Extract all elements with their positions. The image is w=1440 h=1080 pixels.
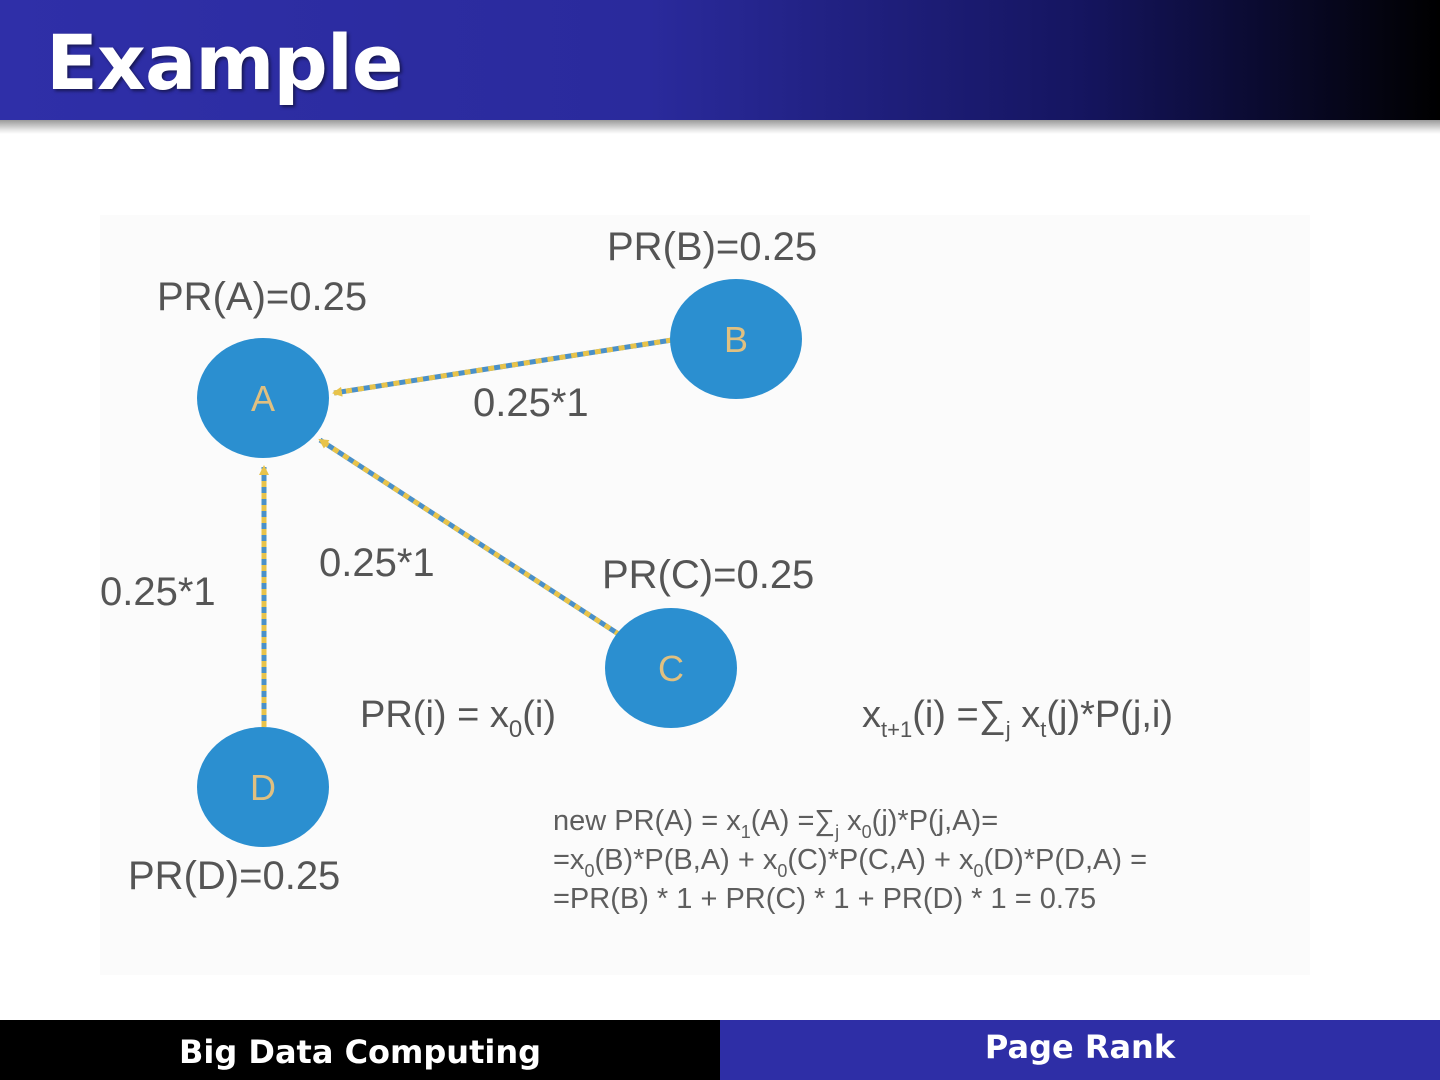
node-c-letter: C: [658, 648, 684, 689]
node-c: C: [605, 608, 737, 728]
title-bar: Example: [0, 0, 1440, 120]
pr-d-label: PR(D)=0.25: [128, 854, 340, 898]
edge-b-a-weight: 0.25*1: [473, 381, 589, 425]
node-a-letter: A: [251, 378, 275, 419]
calc-line-1: new PR(A) = x1(A) =∑j x0(j)*P(j,A)=: [553, 805, 998, 842]
node-a: A: [197, 338, 329, 458]
pr-c-label: PR(C)=0.25: [602, 553, 814, 597]
calc-line-3: =PR(B) * 1 + PR(C) * 1 + PR(D) * 1 = 0.7…: [553, 883, 1096, 915]
edge-c-to-a: [318, 437, 622, 638]
footer-course-name: Big Data Computing: [0, 1020, 720, 1080]
iteration-formula: xt+1(i) =∑j xt(j)*P(j,i): [862, 694, 1173, 742]
edge-d-a-weight: 0.25*1: [100, 570, 216, 614]
node-d-letter: D: [250, 767, 276, 808]
initial-pr-formula: PR(i) = x0(i): [360, 694, 556, 743]
node-b-letter: B: [724, 319, 748, 360]
edge-c-a-weight: 0.25*1: [319, 541, 435, 585]
footer-topic: Page Rank: [720, 1020, 1440, 1080]
pr-a-label: PR(A)=0.25: [157, 275, 367, 319]
node-d: D: [197, 727, 329, 847]
pr-b-label: PR(B)=0.25: [607, 225, 817, 269]
node-b: B: [670, 279, 802, 399]
pagerank-diagram: A B C D PR(A)=0.25 PR(B)=0.25 PR(C)=0.25…: [100, 225, 1173, 915]
pagerank-figure: A B C D PR(A)=0.25 PR(B)=0.25 PR(C)=0.25…: [100, 215, 1310, 975]
slide-title: Example: [46, 18, 403, 107]
title-bar-shadow: [0, 120, 1440, 134]
calc-line-2: =x0(B)*P(B,A) + x0(C)*P(C,A) + x0(D)*P(D…: [553, 844, 1147, 881]
